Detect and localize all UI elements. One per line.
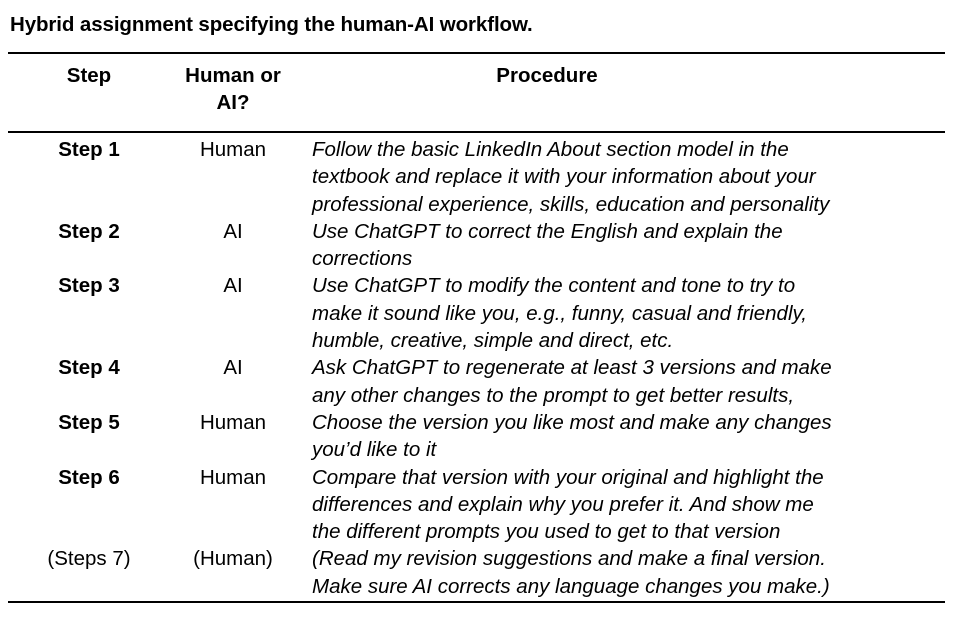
cell-procedure: (Read my revision suggestions and make a… — [312, 545, 945, 600]
cell-step: Step 1 — [58, 138, 120, 161]
procedure-line: (Read my revision suggestions and make a… — [312, 547, 826, 571]
cell-step: Step 2 — [58, 219, 120, 243]
procedure-line: Ask ChatGPT to regenerate at least 3 ver… — [312, 356, 832, 380]
procedure-line: make it sound like you, e.g., funny, cas… — [312, 301, 807, 325]
table-row: Step 1 Human Follow the basic LinkedIn Abo… — [8, 136, 945, 218]
cell-procedure: Use ChatGPT to modify the content and to… — [312, 272, 945, 354]
column-header-actor: Human or AI? — [154, 62, 312, 116]
table-row: Step 4 AI Ask ChatGPT to regenerate at lea… — [8, 354, 945, 409]
cell-actor: Human — [199, 138, 267, 161]
cell-actor: Human — [199, 465, 267, 489]
procedure-line: Choose the version you like most and mak… — [312, 410, 832, 434]
table-figure-page: Hybrid assignment specifying the human-A… — [0, 0, 970, 623]
column-header-step: Step — [66, 64, 112, 87]
cell-step: Step 6 — [58, 465, 120, 489]
cell-actor: AI — [223, 219, 243, 243]
procedure-line: differences and explain why you prefer i… — [312, 492, 814, 516]
cell-actor: Human — [199, 410, 267, 434]
cell-actor: AI — [223, 274, 243, 298]
column-header-procedure: Procedure — [496, 64, 598, 87]
cell-procedure: Choose the version you like most and mak… — [312, 409, 945, 464]
table-row: Step 2 AI Use ChatGPT to correct the Engli… — [8, 218, 945, 273]
procedure-line: any other changes to the prompt to get b… — [312, 383, 795, 407]
table-bottom-rule — [8, 601, 945, 603]
table-row: (Steps 7) (Human) (Read my revision sugges… — [8, 545, 945, 600]
procedure-line: Compare that version with your original … — [312, 465, 824, 489]
table-header-row: Step Human or AI? Procedure — [8, 60, 945, 126]
cell-step: Step 3 — [58, 274, 120, 298]
cell-procedure: Follow the basic LinkedIn About section … — [312, 136, 945, 218]
table-body: Step 1 Human Follow the basic LinkedIn Abo… — [8, 136, 945, 600]
procedure-line: Follow the basic LinkedIn About section … — [312, 138, 789, 161]
cell-procedure: Compare that version with your original … — [312, 464, 945, 546]
procedure-line: textbook and replace it with your inform… — [312, 165, 816, 189]
column-header-actor-line2: AI? — [216, 91, 250, 114]
procedure-line: Use ChatGPT to correct the English and e… — [312, 219, 783, 243]
cell-step: Step 4 — [58, 356, 120, 380]
procedure-line: you’d like to it — [312, 438, 437, 462]
table-top-rule — [8, 52, 945, 54]
column-header-actor-line1: Human or — [185, 64, 281, 87]
cell-procedure: Use ChatGPT to correct the English and e… — [312, 218, 945, 273]
table-header-rule — [8, 131, 945, 133]
procedure-line: humble, creative, simple and direct, etc… — [312, 329, 674, 353]
procedure-line: professional experience, skills, educati… — [312, 192, 830, 216]
procedure-line: Make sure AI corrects any language chang… — [312, 574, 830, 598]
cell-step: (Steps 7) — [47, 547, 131, 571]
cell-step: Step 5 — [58, 410, 120, 434]
table-row: Step 3 AI Use ChatGPT to modify the conten… — [8, 272, 945, 354]
procedure-line: the different prompts you used to get to… — [312, 520, 781, 544]
table-row: Step 5 Human Choose the version you like m… — [8, 409, 945, 464]
figure-caption: Hybrid assignment specifying the human-A… — [10, 13, 533, 36]
cell-actor: (Human) — [193, 547, 273, 571]
procedure-line: Use ChatGPT to modify the content and to… — [312, 274, 796, 298]
table-row: Step 6 Human Compare that version with you… — [8, 464, 945, 546]
procedure-line: corrections — [312, 247, 413, 271]
cell-procedure: Ask ChatGPT to regenerate at least 3 ver… — [312, 354, 945, 409]
cell-actor: AI — [223, 356, 243, 380]
